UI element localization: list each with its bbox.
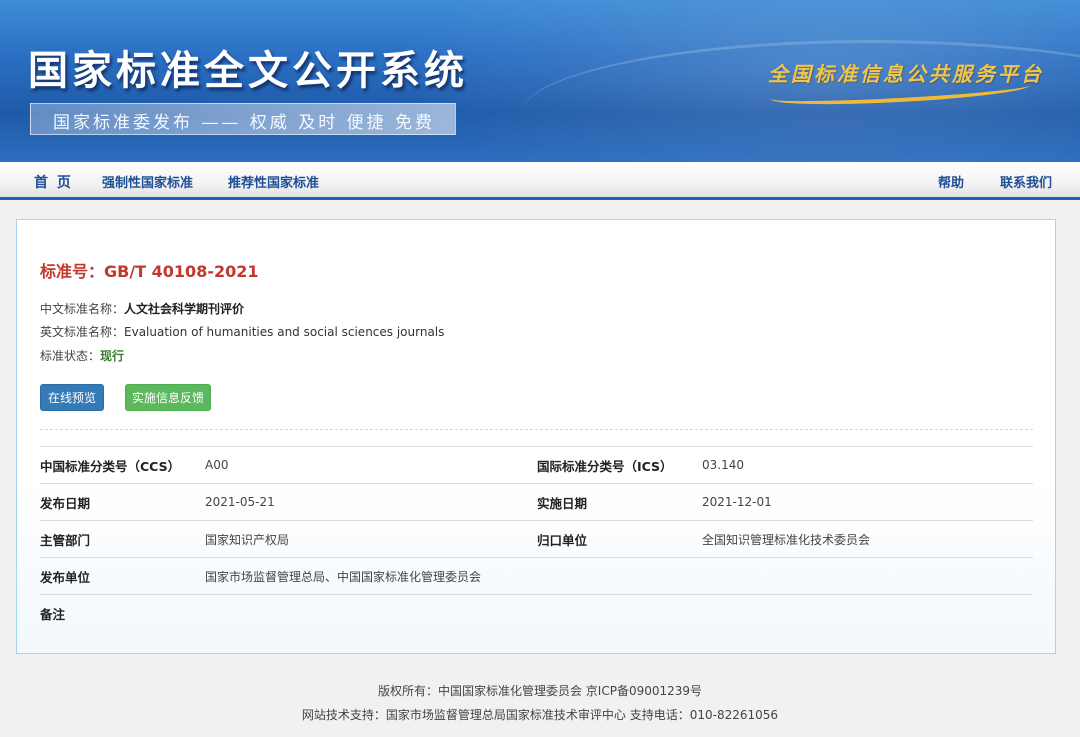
table-row: 发布日期 2021-05-21 实施日期 2021-12-01 xyxy=(40,483,1033,521)
publish-date-value: 2021-05-21 xyxy=(205,483,537,521)
publish-date-label: 发布日期 xyxy=(40,483,205,521)
status-label: 标准状态： xyxy=(40,349,101,363)
ics-label: 国际标准分类号（ICS） xyxy=(537,446,702,484)
cn-name-value: 人文社会科学期刊评价 xyxy=(124,302,245,316)
nav-help[interactable]: 帮助 xyxy=(938,172,964,191)
platform-logo-text: 全国标准信息公共服务平台 xyxy=(768,62,1044,86)
en-name-label: 英文标准名称： xyxy=(40,325,125,339)
en-name-field: 英文标准名称：Evaluation of humanities and soci… xyxy=(40,323,444,340)
standard-detail-panel: 标准号：GB/T 40108-2021 中文标准名称：人文社会科学期刊评价 英文… xyxy=(16,219,1056,654)
cn-name-field: 中文标准名称：人文社会科学期刊评价 xyxy=(40,300,244,317)
standard-number: 标准号：GB/T 40108-2021 xyxy=(40,262,259,281)
remark-value xyxy=(205,594,1033,632)
footer-support: 网站技术支持：国家市场监督管理总局国家标准技术审评中心 支持电话：010-822… xyxy=(301,708,779,722)
nav-mandatory-standards[interactable]: 强制性国家标准 xyxy=(102,172,193,191)
site-title: 国家标准全文公开系统 xyxy=(28,48,468,94)
authority-value: 国家知识产权局 xyxy=(205,520,537,558)
issuer-value: 国家市场监督管理总局、中国国家标准化管理委员会 xyxy=(205,557,1033,595)
committee-label: 归口单位 xyxy=(537,520,702,558)
status-value: 现行 xyxy=(100,349,125,363)
site-footer: 版权所有：中国国家标准化管理委员会 京ICP备09001239号 网站技术支持：… xyxy=(0,680,1080,728)
table-row: 主管部门 国家知识产权局 归口单位 全国知识管理标准化技术委员会 xyxy=(40,520,1033,558)
issuer-label: 发布单位 xyxy=(40,557,205,595)
footer-copyright: 版权所有：中国国家标准化管理委员会 京ICP备09001239号 xyxy=(377,684,703,698)
ccs-label: 中国标准分类号（CCS） xyxy=(40,446,205,484)
standard-info-table: 中国标准分类号（CCS） A00 国际标准分类号（ICS） 03.140 发布日… xyxy=(40,446,1033,632)
nav-recommended-standards[interactable]: 推荐性国家标准 xyxy=(228,172,319,191)
nav-contact-us[interactable]: 联系我们 xyxy=(1000,172,1052,191)
site-banner: 国家标准全文公开系统 国家标准委发布 —— 权威 及时 便捷 免费 全国标准信息… xyxy=(0,0,1080,162)
authority-label: 主管部门 xyxy=(40,520,205,558)
implement-date-label: 实施日期 xyxy=(537,483,702,521)
implementation-feedback-button[interactable]: 实施信息反馈 xyxy=(125,384,211,411)
en-name-value: Evaluation of humanities and social scie… xyxy=(124,325,445,339)
remark-label: 备注 xyxy=(40,594,205,632)
online-preview-button[interactable]: 在线预览 xyxy=(40,384,104,411)
table-row: 备注 xyxy=(40,594,1033,632)
main-nav: 首 页 强制性国家标准 推荐性国家标准 帮助 联系我们 xyxy=(0,162,1080,200)
table-row: 发布单位 国家市场监督管理总局、中国国家标准化管理委员会 xyxy=(40,557,1033,595)
status-field: 标准状态：现行 xyxy=(40,347,124,364)
slogan-text: 国家标准委发布 —— 权威 及时 便捷 免费 xyxy=(53,113,436,133)
ccs-value: A00 xyxy=(205,446,537,484)
nav-home[interactable]: 首 页 xyxy=(34,172,73,192)
slogan-box: 国家标准委发布 —— 权威 及时 便捷 免费 xyxy=(30,103,456,135)
committee-value: 全国知识管理标准化技术委员会 xyxy=(702,520,1033,558)
section-divider xyxy=(40,429,1033,430)
table-row: 中国标准分类号（CCS） A00 国际标准分类号（ICS） 03.140 xyxy=(40,446,1033,484)
cn-name-label: 中文标准名称： xyxy=(40,302,125,316)
ics-value: 03.140 xyxy=(702,446,1033,484)
implement-date-value: 2021-12-01 xyxy=(702,483,1033,521)
